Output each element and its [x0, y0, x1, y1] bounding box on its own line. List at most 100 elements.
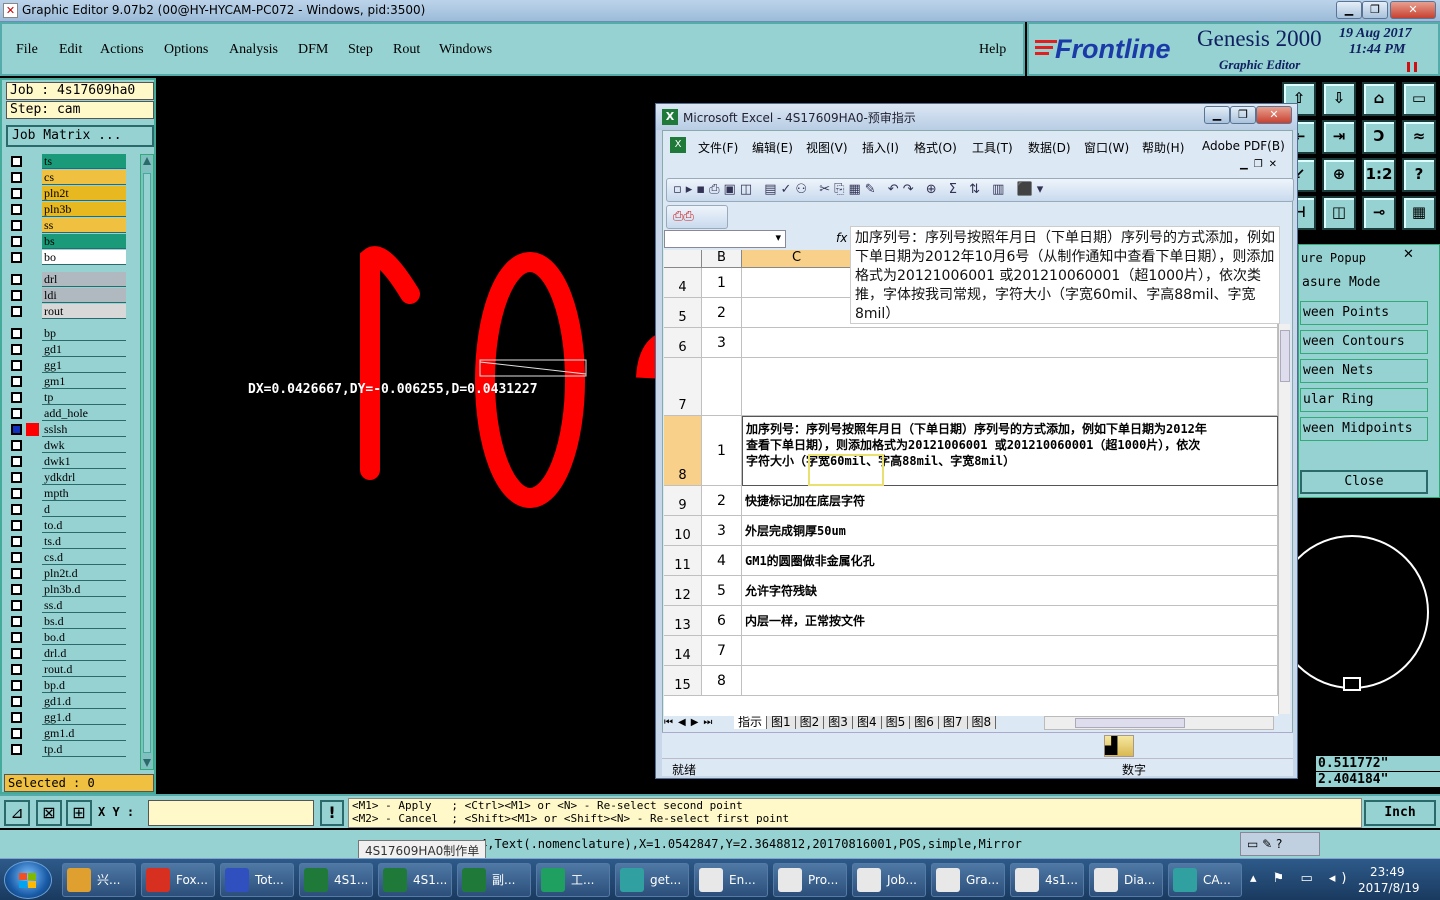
- excel-menu-item[interactable]: 工具(T): [972, 139, 1013, 156]
- excel-menu-item[interactable]: 插入(I): [862, 139, 899, 156]
- taskbar-item[interactable]: Dia...: [1089, 863, 1163, 897]
- sheet-tab[interactable]: 图3: [824, 716, 853, 729]
- layer-checkbox[interactable]: [11, 306, 22, 317]
- sheet-grid[interactable]: 4 1 5 2 6 3 7 8 1 加序列号：序列号按照年月日（下单日期）序列号的方式添加，例如下…: [664, 268, 1278, 716]
- layer-checkbox[interactable]: [11, 616, 22, 627]
- layer-row[interactable]: tp.d: [8, 742, 126, 757]
- layer-checkbox[interactable]: [11, 376, 22, 387]
- command-line[interactable]: 4,Text(.nomenclature),X=1.0542847,Y=2.36…: [0, 830, 1440, 858]
- layer-checkbox[interactable]: [11, 344, 22, 355]
- row-header[interactable]: 13: [664, 606, 702, 636]
- tool-button-icon[interactable]: ◫: [1322, 196, 1356, 230]
- layer-checkbox[interactable]: [11, 392, 22, 403]
- measure-mode-option[interactable]: ular Ring: [1300, 388, 1428, 412]
- cell-b[interactable]: 8: [702, 666, 742, 696]
- layer-row[interactable]: pln3b: [8, 202, 126, 217]
- taskbar-item[interactable]: CA...: [1168, 863, 1242, 897]
- layer-row[interactable]: cs.d: [8, 550, 126, 565]
- info-button[interactable]: !: [320, 800, 344, 826]
- xy-input[interactable]: [148, 800, 314, 826]
- layer-checkbox[interactable]: [11, 290, 22, 301]
- layer-checkbox[interactable]: [11, 274, 22, 285]
- menu-help[interactable]: Help: [979, 42, 1006, 58]
- layer-row[interactable]: rout.d: [8, 662, 126, 677]
- layer-checkbox[interactable]: [11, 728, 22, 739]
- menu-file[interactable]: File: [16, 42, 38, 58]
- layer-checkbox[interactable]: [11, 664, 22, 675]
- layer-row[interactable]: pln3b.d: [8, 582, 126, 597]
- layer-row[interactable]: ts.d: [8, 534, 126, 549]
- taskbar-item[interactable]: 4S1...: [378, 863, 452, 897]
- layer-checkbox[interactable]: [11, 440, 22, 451]
- table-row[interactable]: 10 3 外层完成铜厚50um: [664, 516, 1278, 546]
- menu-step[interactable]: Step: [348, 42, 373, 58]
- drawing-toolbar[interactable]: ▟: [662, 732, 1293, 758]
- layer-checkbox[interactable]: [11, 584, 22, 595]
- menu-rout[interactable]: Rout: [393, 42, 420, 58]
- maximize-button[interactable]: ❐: [1362, 1, 1388, 19]
- layer-row[interactable]: drl.d: [8, 646, 126, 661]
- taskbar-item[interactable]: 4S1...: [299, 863, 373, 897]
- excel-menu-item[interactable]: 视图(V): [806, 139, 848, 156]
- menu-actions[interactable]: Actions: [100, 42, 144, 58]
- sheet-tab[interactable]: 图6: [910, 716, 939, 729]
- layer-scrollbar[interactable]: [140, 154, 154, 770]
- row-header[interactable]: 15: [664, 666, 702, 696]
- layer-checkbox[interactable]: [11, 744, 22, 755]
- layer-checkbox[interactable]: [11, 456, 22, 467]
- tool-button-icon[interactable]: ?: [1402, 158, 1436, 192]
- taskbar-item[interactable]: Gra...: [931, 863, 1005, 897]
- layer-checkbox[interactable]: [11, 488, 22, 499]
- layer-checkbox[interactable]: [11, 600, 22, 611]
- layer-checkbox[interactable]: [11, 236, 22, 247]
- layer-row[interactable]: gm1: [8, 374, 126, 389]
- layer-row[interactable]: gg1: [8, 358, 126, 373]
- cell-c[interactable]: [742, 636, 1278, 666]
- cell-c[interactable]: [742, 358, 1278, 416]
- taskbar-item[interactable]: En...: [694, 863, 768, 897]
- layer-row[interactable]: pln2t.d: [8, 566, 126, 581]
- table-row[interactable]: 11 4 GM1的圆圈做非金属化孔: [664, 546, 1278, 576]
- row-header[interactable]: 12: [664, 576, 702, 606]
- layer-row[interactable]: gd1: [8, 342, 126, 357]
- cell-b[interactable]: 1: [702, 268, 742, 298]
- cell-b[interactable]: 1: [702, 416, 742, 486]
- row-header[interactable]: 8: [664, 416, 702, 486]
- row-header[interactable]: 5: [664, 298, 702, 328]
- menu-edit[interactable]: Edit: [59, 42, 82, 58]
- layer-row[interactable]: pln2t: [8, 186, 126, 201]
- table-row[interactable]: 7: [664, 358, 1278, 416]
- layer-checkbox[interactable]: [11, 648, 22, 659]
- start-button[interactable]: [4, 861, 52, 899]
- sheet-nav[interactable]: ⏮◀▶⏭: [664, 716, 734, 730]
- layer-checkbox[interactable]: [11, 632, 22, 643]
- layer-checkbox[interactable]: [11, 536, 22, 547]
- tool-button-icon[interactable]: Ɔ: [1362, 120, 1396, 154]
- tool-button-icon[interactable]: ▦: [1402, 196, 1436, 230]
- cell-c[interactable]: GM1的圆圈做非金属化孔: [742, 546, 1278, 576]
- layer-row[interactable]: bo: [8, 250, 126, 265]
- layer-row[interactable]: dwk: [8, 438, 126, 453]
- layer-checkbox[interactable]: [11, 204, 22, 215]
- taskbar-item[interactable]: 副...: [457, 863, 531, 897]
- layer-checkbox[interactable]: [11, 252, 22, 263]
- column-header-c[interactable]: C: [742, 250, 852, 268]
- layer-checkbox[interactable]: [11, 712, 22, 723]
- measure-mode-option[interactable]: ween Points: [1300, 301, 1428, 325]
- layer-checkbox[interactable]: [11, 408, 22, 419]
- layer-row[interactable]: mpth: [8, 486, 126, 501]
- measure-close-button[interactable]: Close: [1300, 470, 1428, 494]
- formula-text[interactable]: 加序列号：序列号按照年月日（下单日期）序列号的方式添加，例如下单日期为2012年…: [850, 226, 1280, 324]
- layer-row[interactable]: tp: [8, 390, 126, 405]
- sheet-tab[interactable]: 图5: [881, 716, 911, 729]
- measure-mode-option[interactable]: ween Nets: [1300, 359, 1428, 383]
- layer-checkbox[interactable]: [11, 520, 22, 531]
- fx-icon[interactable]: fx: [836, 231, 847, 245]
- row-header[interactable]: 10: [664, 516, 702, 546]
- sheet-tab[interactable]: 图4: [852, 716, 882, 729]
- tool-button-icon[interactable]: ⊕: [1322, 158, 1356, 192]
- layer-row[interactable]: bp.d: [8, 678, 126, 693]
- cell-b[interactable]: 2: [702, 486, 742, 516]
- table-row[interactable]: 15 8: [664, 666, 1278, 696]
- measure-mode-option[interactable]: ween Contours: [1300, 330, 1428, 354]
